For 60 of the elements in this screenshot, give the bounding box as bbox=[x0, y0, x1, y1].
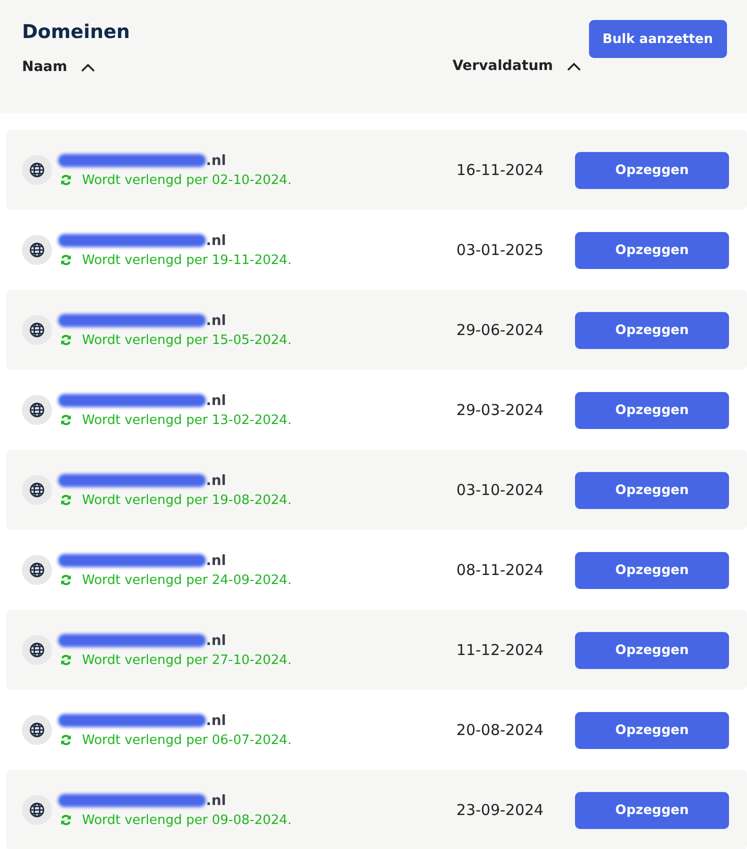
refresh-icon bbox=[60, 414, 72, 426]
globe-icon bbox=[22, 235, 52, 265]
cancel-button[interactable]: Opzeggen bbox=[575, 712, 729, 748]
refresh-icon bbox=[60, 654, 72, 666]
cancel-button[interactable]: Opzeggen bbox=[575, 792, 729, 828]
domain-name: .nl bbox=[206, 472, 226, 488]
refresh-icon bbox=[60, 734, 72, 746]
domain-name: .nl bbox=[206, 712, 226, 728]
cancel-button[interactable]: Opzeggen bbox=[575, 152, 729, 188]
expiry-date: 29-06-2024 bbox=[455, 321, 545, 339]
renewal-status: Wordt verlengd per 15-05-2024. bbox=[82, 332, 292, 348]
globe-icon bbox=[22, 155, 52, 185]
globe-icon bbox=[22, 555, 52, 585]
domain-name: .nl bbox=[206, 552, 226, 568]
cancel-button[interactable]: Opzeggen bbox=[575, 392, 729, 428]
refresh-icon bbox=[60, 494, 72, 506]
expiry-date: 08-11-2024 bbox=[455, 561, 545, 579]
globe-icon bbox=[22, 715, 52, 745]
expiry-date: 20-08-2024 bbox=[455, 721, 545, 739]
expiry-date: 11-12-2024 bbox=[455, 641, 545, 659]
renewal-status: Wordt verlengd per 09-08-2024. bbox=[82, 812, 292, 828]
domain-name: .nl bbox=[206, 632, 226, 648]
sort-chevron-icon bbox=[81, 62, 96, 72]
renewal-status: Wordt verlengd per 19-08-2024. bbox=[82, 492, 292, 508]
cancel-button[interactable]: Opzeggen bbox=[575, 312, 729, 348]
globe-icon bbox=[22, 315, 52, 345]
sort-expiry-button[interactable]: Vervaldatum bbox=[452, 58, 581, 74]
bulk-enable-button[interactable]: Bulk aanzetten bbox=[588, 20, 727, 58]
renewal-status: Wordt verlengd per 06-07-2024. bbox=[82, 732, 292, 748]
domain-name: .nl bbox=[206, 152, 226, 168]
renewal-status: Wordt verlengd per 13-02-2024. bbox=[82, 412, 292, 428]
expiry-date: 23-09-2024 bbox=[455, 801, 545, 819]
expiry-date: 03-10-2024 bbox=[455, 481, 545, 499]
cancel-button[interactable]: Opzeggen bbox=[575, 552, 729, 588]
sort-chevron-icon bbox=[567, 62, 581, 70]
expiry-date: 03-01-2025 bbox=[455, 241, 545, 259]
globe-icon bbox=[22, 475, 52, 505]
cancel-button[interactable]: Opzeggen bbox=[575, 472, 729, 508]
domain-name: .nl bbox=[206, 312, 226, 328]
refresh-icon bbox=[60, 254, 72, 266]
globe-icon bbox=[22, 395, 52, 425]
globe-icon bbox=[22, 635, 52, 665]
cancel-button[interactable]: Opzeggen bbox=[575, 632, 729, 668]
refresh-icon bbox=[60, 334, 72, 346]
expiry-date: 29-03-2024 bbox=[455, 401, 545, 419]
renewal-status: Wordt verlengd per 02-10-2024. bbox=[82, 172, 292, 188]
domain-name: .nl bbox=[206, 792, 226, 808]
page-title: Domeinen bbox=[22, 21, 130, 43]
cancel-button[interactable]: Opzeggen bbox=[575, 232, 729, 268]
refresh-icon bbox=[60, 174, 72, 186]
renewal-status: Wordt verlengd per 19-11-2024. bbox=[82, 252, 292, 268]
expiry-date: 16-11-2024 bbox=[455, 161, 545, 179]
refresh-icon bbox=[60, 814, 72, 826]
renewal-status: Wordt verlengd per 27-10-2024. bbox=[82, 652, 292, 668]
domain-name: .nl bbox=[206, 392, 226, 408]
domain-name: .nl bbox=[206, 232, 226, 248]
sort-name-button[interactable]: Naam bbox=[22, 59, 130, 75]
refresh-icon bbox=[60, 574, 72, 586]
globe-icon bbox=[22, 795, 52, 825]
renewal-status: Wordt verlengd per 24-09-2024. bbox=[82, 572, 292, 588]
